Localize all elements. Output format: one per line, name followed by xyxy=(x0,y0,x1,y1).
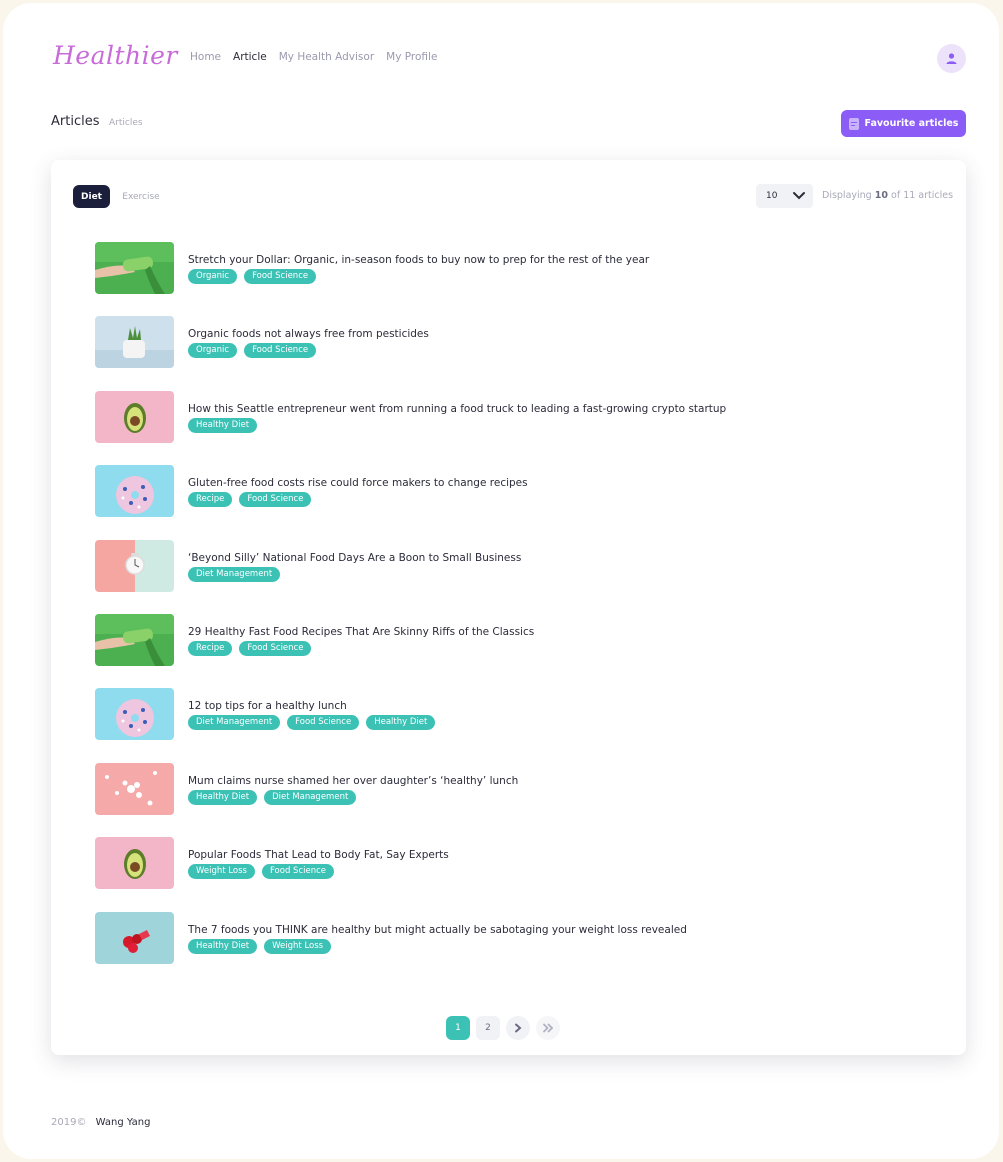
page-title: Articles xyxy=(51,114,100,129)
article-row[interactable]: Organic foods not always free from pesti… xyxy=(95,316,935,390)
article-thumbnail[interactable] xyxy=(95,911,174,964)
document-icon xyxy=(848,117,859,130)
tag-badge[interactable]: Food Science xyxy=(261,864,335,880)
article-thumbnail[interactable] xyxy=(95,465,174,518)
article-row[interactable]: 29 Healthy Fast Food Recipes That Are Sk… xyxy=(95,613,935,688)
article-tags: Diet Management Food Science Healthy Diet xyxy=(188,715,436,731)
articles-card: Diet Exercise 10 Displaying 10 of 11 art… xyxy=(51,160,966,1055)
article-tags: Organic Food Science xyxy=(188,343,317,359)
display-count-text: Displaying 10 of 11 articles xyxy=(822,190,954,201)
tag-badge[interactable]: Diet Management xyxy=(188,715,281,731)
article-list: Stretch your Dollar: Organic, in-season … xyxy=(95,242,935,986)
nav-home[interactable]: Home xyxy=(190,51,221,63)
footer-author[interactable]: Wang Yang xyxy=(96,1117,151,1128)
article-title[interactable]: Stretch your Dollar: Organic, in-season … xyxy=(188,254,649,266)
article-tags: Organic Food Science xyxy=(188,269,317,284)
article-title[interactable]: Gluten-free food costs rise could force … xyxy=(188,477,528,489)
favourite-articles-label: Favourite articles xyxy=(864,118,959,129)
tag-badge[interactable]: Diet Management xyxy=(264,789,357,805)
nav-health-advisor[interactable]: My Health Advisor xyxy=(279,51,374,63)
article-title[interactable]: The 7 foods you THINK are healthy but mi… xyxy=(188,924,687,936)
logo[interactable]: Healthier xyxy=(53,41,178,70)
footer-year: 2019© xyxy=(51,1117,87,1128)
article-thumbnail[interactable] xyxy=(95,242,174,294)
tag-badge[interactable]: Weight Loss xyxy=(188,864,255,880)
double-chevron-right-icon xyxy=(543,1023,554,1033)
article-thumbnail[interactable] xyxy=(95,613,174,666)
chevron-down-icon xyxy=(793,192,805,200)
article-thumbnail[interactable] xyxy=(95,688,174,741)
article-row[interactable]: How this Seattle entrepreneur went from … xyxy=(95,390,935,465)
tag-badge[interactable]: Organic xyxy=(188,269,238,284)
article-title[interactable]: Organic foods not always free from pesti… xyxy=(188,328,429,340)
nav-my-profile[interactable]: My Profile xyxy=(386,51,437,63)
page-size-value: 10 xyxy=(766,191,778,201)
article-row[interactable]: 12 top tips for a healthy lunch Diet Mana… xyxy=(95,688,935,762)
footer: 2019© Wang Yang xyxy=(51,1117,150,1128)
article-thumbnail[interactable] xyxy=(95,762,174,815)
nav-article[interactable]: Article xyxy=(233,51,267,63)
article-thumbnail[interactable] xyxy=(95,539,174,592)
article-row[interactable]: Mum claims nurse shamed her over daughte… xyxy=(95,762,935,837)
article-tags: Healthy Diet Diet Management xyxy=(188,789,357,805)
article-tags: Diet Management xyxy=(188,566,281,582)
article-row[interactable]: Popular Foods That Lead to Body Fat, Say… xyxy=(95,837,935,911)
article-title[interactable]: Mum claims nurse shamed her over daughte… xyxy=(188,775,518,787)
tag-badge[interactable]: Healthy Diet xyxy=(188,789,258,805)
article-tags: Recipe Food Science xyxy=(188,640,312,656)
article-title[interactable]: 29 Healthy Fast Food Recipes That Are Sk… xyxy=(188,626,534,638)
tag-badge[interactable]: Food Science xyxy=(244,269,317,284)
article-title[interactable]: Popular Foods That Lead to Body Fat, Say… xyxy=(188,849,449,861)
article-row[interactable]: Stretch your Dollar: Organic, in-season … xyxy=(95,242,935,316)
tag-badge[interactable]: Weight Loss xyxy=(264,938,332,954)
article-title[interactable]: ‘Beyond Silly’ National Food Days Are a … xyxy=(188,552,521,564)
article-thumbnail[interactable] xyxy=(95,390,174,443)
favourite-articles-button[interactable]: Favourite articles xyxy=(841,110,966,137)
avatar[interactable] xyxy=(937,44,966,73)
tag-badge[interactable]: Food Science xyxy=(287,715,360,731)
tag-badge[interactable]: Food Science xyxy=(239,492,312,508)
article-title[interactable]: 12 top tips for a healthy lunch xyxy=(188,700,347,712)
tab-exercise[interactable]: Exercise xyxy=(115,185,167,208)
article-tags: Healthy Diet xyxy=(188,417,258,433)
tag-badge[interactable]: Recipe xyxy=(188,640,233,656)
tag-badge[interactable]: Healthy Diet xyxy=(188,417,258,433)
tag-badge[interactable]: Healthy Diet xyxy=(366,715,436,731)
page-size-select[interactable]: 10 xyxy=(756,184,813,208)
article-row[interactable]: Gluten-free food costs rise could force … xyxy=(95,465,935,539)
article-row[interactable]: ‘Beyond Silly’ National Food Days Are a … xyxy=(95,539,935,614)
article-thumbnail[interactable] xyxy=(95,837,174,890)
article-tags: Healthy Diet Weight Loss xyxy=(188,938,332,954)
article-title[interactable]: How this Seattle entrepreneur went from … xyxy=(188,403,726,415)
tag-badge[interactable]: Recipe xyxy=(188,492,233,508)
last-page-button[interactable] xyxy=(536,1016,560,1040)
tag-badge[interactable]: Food Science xyxy=(239,640,312,656)
page-2-button[interactable]: 2 xyxy=(476,1016,500,1040)
page-1-button[interactable]: 1 xyxy=(446,1016,470,1040)
tag-badge[interactable]: Food Science xyxy=(244,343,317,359)
main-nav: Home Article My Health Advisor My Profil… xyxy=(190,51,449,63)
article-tags: Weight Loss Food Science xyxy=(188,864,335,880)
tab-diet[interactable]: Diet xyxy=(73,185,110,208)
breadcrumb[interactable]: Articles xyxy=(109,118,143,128)
page-frame: Healthier Home Article My Health Advisor… xyxy=(3,3,999,1159)
user-icon xyxy=(946,53,957,64)
tag-badge[interactable]: Healthy Diet xyxy=(188,938,258,954)
article-tags: Recipe Food Science xyxy=(188,492,312,508)
tag-badge[interactable]: Organic xyxy=(188,343,238,359)
chevron-right-icon xyxy=(515,1023,522,1033)
article-row[interactable]: The 7 foods you THINK are healthy but mi… xyxy=(95,911,935,986)
article-thumbnail[interactable] xyxy=(95,316,174,369)
tag-badge[interactable]: Diet Management xyxy=(188,566,281,582)
next-page-button[interactable] xyxy=(506,1016,530,1040)
pagination: 1 2 xyxy=(446,1016,560,1040)
